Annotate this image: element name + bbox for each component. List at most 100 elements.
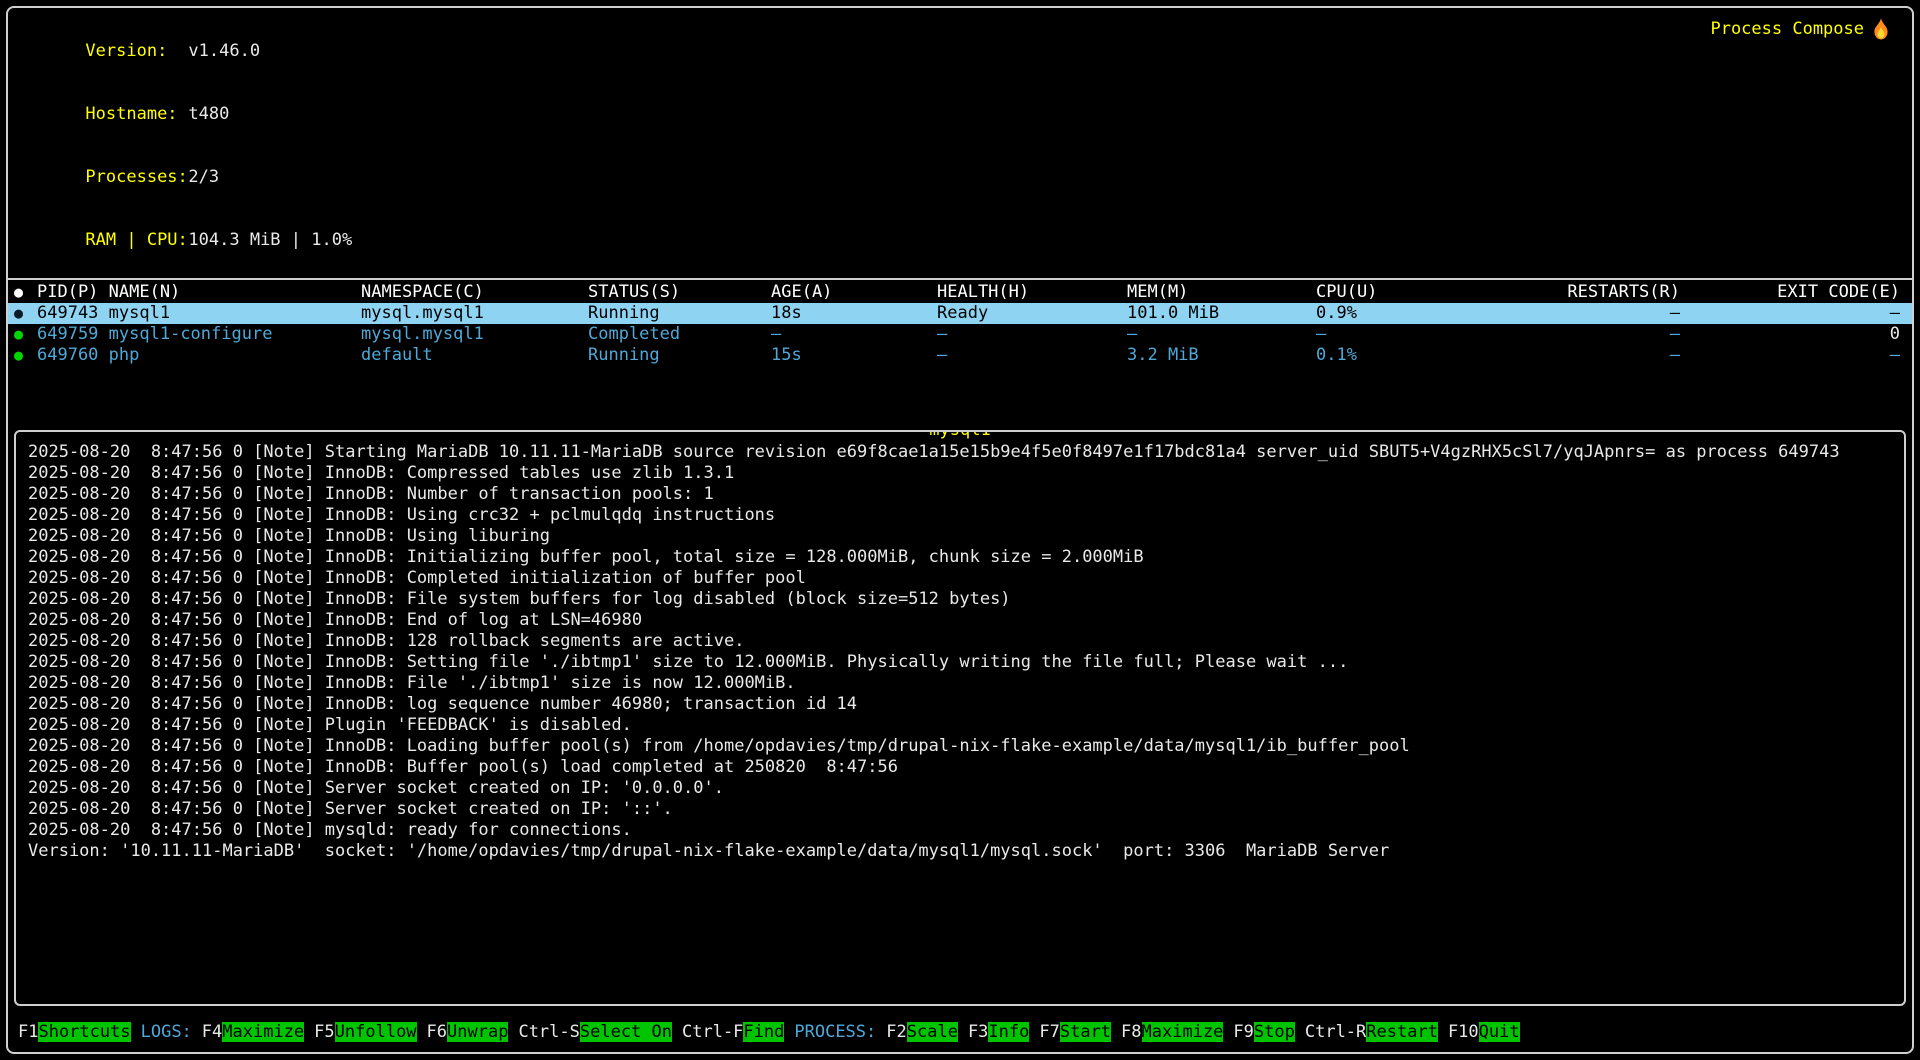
process-table: ● PID(P) NAME(N) NAMESPACE(C) STATUS(S) … [8,280,1912,366]
log-line: 2025-08-20 8:47:56 0 [Note] InnoDB: Usin… [28,505,1892,526]
col-restarts: RESTARTS(R) [1468,282,1680,303]
version-line: Version:v1.46.0 [24,20,1912,83]
col-status: STATUS(S) [588,282,771,303]
status-cell: Running [588,303,771,324]
shortcut-bar: F1Shortcuts LOGS: F4Maximize F5Unfollow … [8,1016,1912,1048]
shortcut-f6-unwrap[interactable]: F6Unwrap [427,1022,509,1043]
status-cell: Running [588,345,771,366]
shortcut-f3-info[interactable]: F3Info [968,1022,1029,1043]
log-line: 2025-08-20 8:47:56 0 [Note] InnoDB: log … [28,694,1892,715]
mem-cell: 101.0 MiB [1127,303,1316,324]
health-cell: Ready [937,303,1127,324]
cpu-cell: 0.1% [1316,345,1468,366]
shortcut-category-process: PROCESS: [794,1022,876,1043]
namespace-cell: mysql.mysql1 [361,303,588,324]
col-mem: MEM(M) [1127,282,1316,303]
fire-icon [1872,18,1890,40]
log-line: 2025-08-20 8:47:56 0 [Note] InnoDB: 128 … [28,631,1892,652]
process-row-mysql1-configure[interactable]: ● 649759 mysql1-configure mysql.mysql1 C… [8,324,1912,345]
process-row-php[interactable]: ● 649760 php default Running 15s – 3.2 M… [8,345,1912,366]
exit-code-cell: – [1680,303,1900,324]
log-line: 2025-08-20 8:47:56 0 [Note] Starting Mar… [28,442,1892,463]
status-indicator-icon: ● [8,345,37,366]
log-line: 2025-08-20 8:47:56 0 [Note] InnoDB: File… [28,673,1892,694]
pid-name-cell: 649760 php [37,345,361,366]
restarts-cell: – [1468,324,1680,345]
log-line: 2025-08-20 8:47:56 0 [Note] mysqld: read… [28,820,1892,841]
pid-name-cell: 649759 mysql1-configure [37,324,361,345]
health-cell: – [937,345,1127,366]
shortcut-f8-maximize[interactable]: F8Maximize [1121,1022,1223,1043]
log-line: 2025-08-20 8:47:56 0 [Note] InnoDB: Buff… [28,757,1892,778]
shortcut-f7-start[interactable]: F7Start [1039,1022,1111,1043]
version-value: v1.46.0 [188,41,260,61]
age-cell: 18s [771,303,937,324]
log-line: 2025-08-20 8:47:56 0 [Note] InnoDB: Init… [28,547,1892,568]
col-pid-name: PID(P) NAME(N) [37,282,361,303]
log-panel-title: mysql1 [926,430,993,441]
table-header-row: ● PID(P) NAME(N) NAMESPACE(C) STATUS(S) … [8,282,1912,303]
pid-name-cell: 649743 mysql1 [37,303,361,324]
ram-cpu-label: RAM | CPU: [85,230,188,251]
shortcut-f9-stop[interactable]: F9Stop [1233,1022,1294,1043]
namespace-cell: mysql.mysql1 [361,324,588,345]
health-cell: – [937,324,1127,345]
log-line: 2025-08-20 8:47:56 0 [Note] InnoDB: Load… [28,736,1892,757]
log-line: 2025-08-20 8:47:56 0 [Note] InnoDB: End … [28,610,1892,631]
processes-label: Processes: [85,167,188,188]
version-label: Version: [85,41,188,62]
shortcut-f10-quit[interactable]: F10Quit [1448,1022,1520,1043]
status-cell: Completed [588,324,771,345]
app-title: Process Compose [1710,18,1890,40]
hostname-value: t480 [188,104,229,124]
age-cell: – [771,324,937,345]
ram-cpu-line: RAM | CPU:104.3 MiB | 1.0% [24,209,1912,272]
restarts-cell: – [1468,345,1680,366]
processes-value: 2/3 [188,167,219,187]
hostname-line: Hostname:t480 [24,83,1912,146]
app-title-text: Process Compose [1710,19,1864,40]
age-cell: 15s [771,345,937,366]
process-compose-window: Version:v1.46.0 Hostname:t480 Processes:… [6,6,1914,1054]
exit-code-cell: 0 [1680,324,1900,345]
log-line: 2025-08-20 8:47:56 0 [Note] InnoDB: Comp… [28,568,1892,589]
cpu-cell: 0.9% [1316,303,1468,324]
col-age: AGE(A) [771,282,937,303]
col-cpu: CPU(U) [1316,282,1468,303]
col-health: HEALTH(H) [937,282,1127,303]
status-indicator-icon: ● [8,324,37,345]
log-line: 2025-08-20 8:47:56 0 [Note] InnoDB: Sett… [28,652,1892,673]
exit-code-cell: – [1680,345,1900,366]
log-line: 2025-08-20 8:47:56 0 [Note] InnoDB: Usin… [28,526,1892,547]
namespace-cell: default [361,345,588,366]
log-line: 2025-08-20 8:47:56 0 [Note] InnoDB: File… [28,589,1892,610]
process-row-mysql1[interactable]: ● 649743 mysql1 mysql.mysql1 Running 18s… [8,303,1912,324]
cpu-cell: – [1316,324,1468,345]
shortcut-f5-unfollow[interactable]: F5Unfollow [314,1022,416,1043]
shortcut-ctrl-f-find[interactable]: Ctrl-FFind [682,1022,784,1043]
shortcut-category-logs: LOGS: [141,1022,192,1043]
shortcut-ctrl-r-restart[interactable]: Ctrl-RRestart [1305,1022,1438,1043]
status-indicator-icon: ● [8,303,37,324]
mem-cell: 3.2 MiB [1127,345,1316,366]
processes-line: Processes:2/3 [24,146,1912,209]
log-line: 2025-08-20 8:47:56 0 [Note] Plugin 'FEED… [28,715,1892,736]
log-line: 2025-08-20 8:47:56 0 [Note] InnoDB: Comp… [28,463,1892,484]
app-header: Version:v1.46.0 Hostname:t480 Processes:… [8,8,1912,280]
log-line: 2025-08-20 8:47:56 0 [Note] InnoDB: Numb… [28,484,1892,505]
hostname-label: Hostname: [85,104,188,125]
col-exit-code: EXIT CODE(E) [1680,282,1900,303]
shortcut-f4-maximize[interactable]: F4Maximize [202,1022,304,1043]
col-namespace: NAMESPACE(C) [361,282,588,303]
indicator-column-icon: ● [8,282,37,303]
shortcut-ctrl-s-select[interactable]: Ctrl-SSelect On [518,1022,672,1043]
ram-cpu-value: 104.3 MiB | 1.0% [188,230,352,250]
shortcut-f1-shortcuts[interactable]: F1Shortcuts [18,1022,131,1043]
log-line: 2025-08-20 8:47:56 0 [Note] Server socke… [28,799,1892,820]
shortcut-f2-scale[interactable]: F2Scale [886,1022,958,1043]
log-line: 2025-08-20 8:47:56 0 [Note] Server socke… [28,778,1892,799]
log-panel[interactable]: mysql1 2025-08-20 8:47:56 0 [Note] Start… [14,430,1906,1006]
mem-cell: – [1127,324,1316,345]
log-line: Version: '10.11.11-MariaDB' socket: '/ho… [28,841,1892,862]
restarts-cell: – [1468,303,1680,324]
